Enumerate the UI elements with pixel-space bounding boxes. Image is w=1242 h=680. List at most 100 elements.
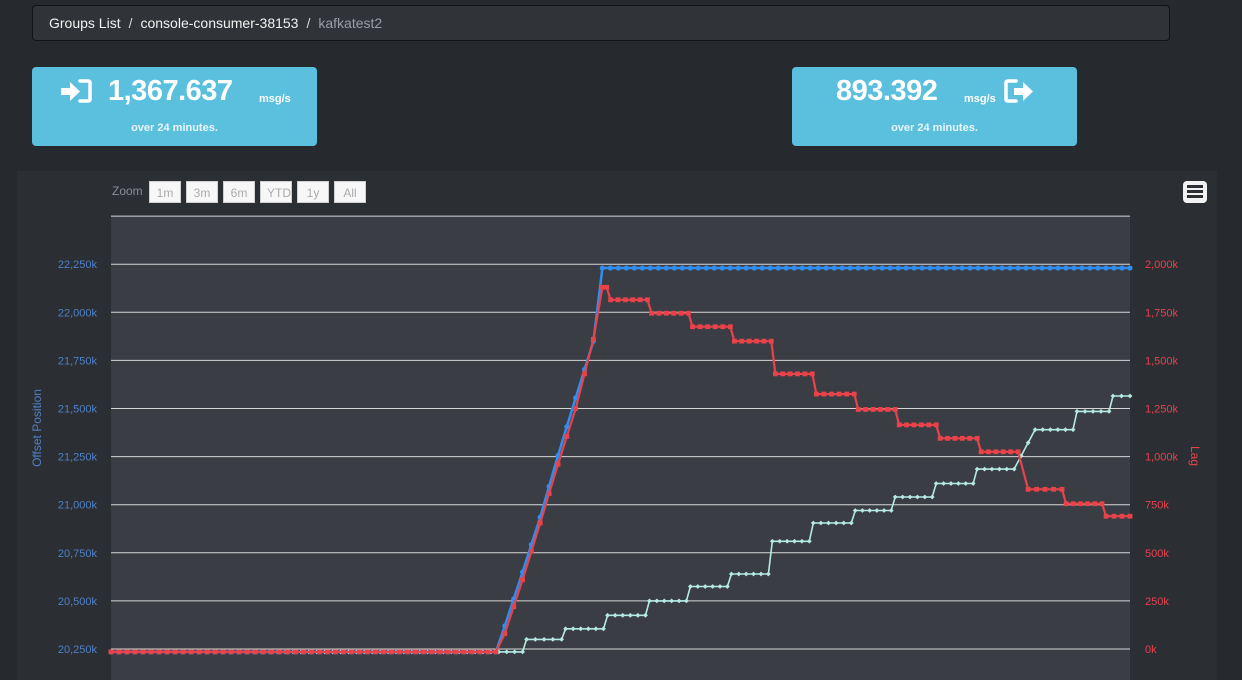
- breadcrumb-separator: /: [306, 15, 311, 31]
- lag-point: [1042, 486, 1048, 492]
- lag-point: [445, 649, 451, 655]
- offset-point: [655, 265, 661, 271]
- lag-point: [720, 324, 726, 330]
- y-left-axis-title: Offset Position: [30, 389, 44, 467]
- lag-point: [156, 649, 162, 655]
- lag-point: [780, 371, 786, 377]
- zoom-ytd-button[interactable]: YTD: [260, 181, 292, 203]
- offset-point: [735, 265, 741, 271]
- offset-point: [1079, 265, 1085, 271]
- offset-point: [991, 265, 997, 271]
- lag-point: [630, 297, 636, 303]
- lag-point: [555, 461, 561, 467]
- plot-area: [111, 216, 1130, 680]
- lag-point: [180, 649, 186, 655]
- zoom-1y-button[interactable]: 1y: [297, 181, 329, 203]
- offset-lag-chart: 20,250k 20,500k 20,750k 21,000k 21,250k 21,50…: [17, 171, 1217, 680]
- y-left-tick-label: 20,500k: [58, 596, 98, 608]
- offset-point: [703, 265, 709, 271]
- lag-point: [429, 649, 435, 655]
- lag-point: [656, 310, 662, 316]
- lag-point: [705, 324, 711, 330]
- lag-point: [301, 649, 306, 655]
- lag-point: [493, 649, 499, 655]
- lag-point: [397, 649, 403, 655]
- offset-point: [1007, 265, 1013, 271]
- lag-point: [761, 338, 767, 344]
- offset-point: [823, 265, 829, 271]
- lag-point: [260, 649, 266, 655]
- offset-point: [951, 265, 957, 271]
- lag-point: [926, 422, 932, 428]
- chart-menu-icon[interactable]: [1183, 181, 1207, 203]
- lag-point: [1000, 449, 1006, 455]
- lag-point: [1085, 501, 1091, 507]
- lag-point: [802, 371, 808, 377]
- zoom-1m-button[interactable]: 1m: [149, 181, 181, 203]
- offset-point: [975, 265, 981, 271]
- lag-point: [739, 338, 745, 344]
- y-right-tick-label: 250k: [1145, 596, 1169, 608]
- offset-point: [687, 265, 693, 271]
- offset-point: [1119, 265, 1125, 271]
- lag-point: [204, 649, 210, 655]
- sign-out-icon: [1003, 77, 1037, 110]
- lag-point: [952, 435, 958, 441]
- lag-point: [164, 649, 170, 655]
- lag-point: [1008, 449, 1014, 455]
- lag-point: [1092, 501, 1098, 507]
- lag-point: [212, 649, 218, 655]
- lag-point: [855, 407, 861, 412]
- offset-point: [1031, 265, 1037, 271]
- lag-point: [357, 649, 362, 655]
- lag-point: [564, 433, 570, 439]
- lag-point: [485, 649, 491, 655]
- lag-point: [945, 435, 950, 441]
- y-left-tick-label: 22,000k: [58, 307, 98, 319]
- lag-point: [870, 407, 876, 412]
- offset-point: [983, 265, 989, 271]
- lag-point: [140, 649, 146, 655]
- offset-point: [799, 265, 805, 271]
- offset-point: [943, 265, 949, 271]
- offset-point: [815, 265, 821, 271]
- offset-point: [839, 265, 845, 271]
- offset-point: [807, 265, 813, 271]
- zoom-6m-button[interactable]: 6m: [223, 181, 255, 203]
- offset-point: [791, 265, 797, 271]
- lag-point: [772, 371, 778, 377]
- breadcrumb-consumer-group[interactable]: console-consumer-38153: [140, 15, 298, 31]
- lag-point: [573, 406, 579, 411]
- breadcrumb-groups-list[interactable]: Groups List: [49, 15, 121, 31]
- lag-point: [389, 649, 395, 655]
- offset-point: [751, 265, 757, 271]
- lag-point: [520, 577, 525, 583]
- offset-point: [727, 265, 733, 271]
- offset-point: [1087, 265, 1093, 271]
- lag-point: [608, 297, 614, 303]
- zoom-all-button[interactable]: All: [334, 181, 366, 203]
- lag-point: [885, 407, 891, 412]
- lag-point: [1070, 501, 1076, 507]
- lag-point: [1127, 513, 1133, 519]
- offset-point: [767, 265, 773, 271]
- lag-point: [967, 435, 973, 441]
- offset-point: [615, 265, 621, 271]
- zoom-3m-button[interactable]: 3m: [186, 181, 218, 203]
- lag-point: [904, 422, 909, 428]
- offset-point: [847, 265, 853, 271]
- lag-point: [405, 649, 411, 655]
- lag-point: [309, 649, 314, 655]
- lag-point: [1051, 486, 1056, 492]
- lag-point: [813, 391, 819, 397]
- consume-rate-subtitle: over 24 minutes.: [131, 122, 218, 134]
- lag-point: [373, 649, 379, 655]
- lag-point: [1099, 501, 1105, 507]
- lag-point: [413, 649, 419, 655]
- lag-point: [933, 422, 939, 428]
- lag-point: [1103, 513, 1109, 519]
- y-left-tick-label: 21,500k: [58, 404, 98, 416]
- lag-point: [172, 649, 178, 655]
- lag-point: [746, 338, 752, 344]
- lag-point: [727, 324, 733, 330]
